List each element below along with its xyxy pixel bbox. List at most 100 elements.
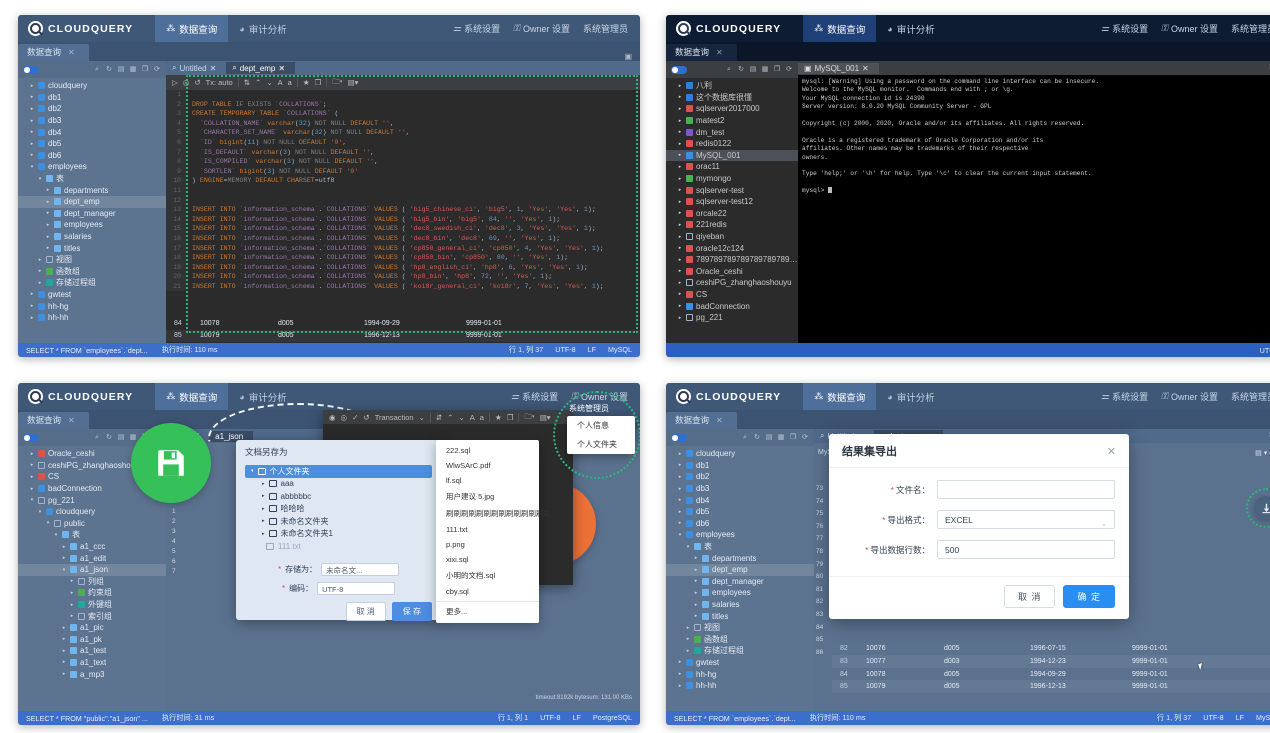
file-list-item[interactable]: cby.sql — [436, 584, 539, 599]
tree-node[interactable]: ▾ a1_json — [18, 563, 166, 576]
save-dialog-tree[interactable]: ▾ 个人文件夹 ▸ aaa ▸ abbbbbc ▸ 哈哈哈 ▸ 未命名文件夹 ▸ 未命名文件夹1 11… — [236, 461, 441, 557]
editor-tab-dept-emp[interactable]: ⌕dept_emp✕ — [226, 62, 296, 74]
chevron-right-icon[interactable]: ▸ — [677, 462, 683, 468]
list-icon[interactable]: ▤ — [117, 66, 125, 74]
tree-node[interactable]: ▸ sqlserver2017000 — [666, 103, 798, 115]
chevron-down-icon[interactable]: ▾ — [37, 509, 43, 515]
font-increase-icon[interactable]: A — [470, 413, 475, 422]
chevron-right-icon[interactable]: ▸ — [29, 83, 35, 89]
chevron-right-icon[interactable]: ▸ — [677, 315, 683, 321]
close-icon[interactable]: ✕ — [210, 64, 217, 73]
chevron-right-icon[interactable]: ▸ — [677, 199, 683, 205]
chevron-right-icon[interactable]: ▸ — [677, 291, 683, 297]
chevron-right-icon[interactable]: ▸ — [677, 164, 683, 170]
tree-node[interactable]: ▸ a_mp3 — [18, 668, 166, 680]
close-icon[interactable]: ✕ — [1107, 445, 1116, 458]
tree-node[interactable]: ▸ Oracle_ceshi — [666, 266, 798, 278]
editor-tab-untitled[interactable]: ⌕Untitled✕ — [166, 62, 226, 74]
chevron-right-icon[interactable]: ▸ — [677, 451, 683, 457]
close-icon[interactable]: ✕ — [862, 64, 869, 73]
chevron-right-icon[interactable]: ▸ — [29, 106, 35, 112]
chevron-right-icon[interactable]: ▸ — [677, 222, 683, 228]
chevron-right-icon[interactable]: ▸ — [685, 648, 691, 654]
tree-node[interactable]: ▸ ceshiPG_zhanghaoshouyu — [666, 277, 798, 289]
owner-settings-link[interactable]: ⚿ Owner 设置 — [1161, 22, 1218, 35]
chevron-right-icon[interactable]: ▸ — [677, 659, 683, 665]
tree-node[interactable]: ▸ employees — [18, 219, 166, 231]
tree-node[interactable]: ▸ 八利 — [666, 80, 798, 92]
tree-node[interactable]: ▸ 221redis — [666, 219, 798, 231]
chevron-right-icon[interactable]: ▸ — [29, 486, 35, 492]
list-icon[interactable]: ▤ — [749, 66, 757, 74]
theme-toggle[interactable] — [671, 433, 687, 442]
copy-icon[interactable]: ❐ — [141, 66, 149, 74]
transaction-select[interactable]: Transaction — [375, 413, 414, 422]
chevron-right-icon[interactable]: ▸ — [37, 257, 43, 263]
refresh-icon[interactable]: ↻ — [737, 66, 745, 74]
db-icon[interactable]: ▦ — [777, 434, 785, 442]
tree-node[interactable]: ▸ db2 — [666, 471, 814, 483]
chevron-down-icon[interactable]: ▾ — [61, 567, 67, 573]
tree-node[interactable]: ▸ a1_edit — [18, 552, 166, 564]
tree-node[interactable]: ▸ db4 — [18, 126, 166, 138]
chevron-right-icon[interactable]: ▸ — [685, 625, 691, 631]
rollback-icon[interactable]: ↺ — [363, 413, 369, 422]
close-icon[interactable]: ✕ — [68, 48, 75, 57]
chevron-right-icon[interactable]: ▸ — [677, 474, 683, 480]
chevron-right-icon[interactable]: ▸ — [677, 141, 683, 147]
table-row[interactable]: 84 10078 d005 1994-09-29 9999-01-01 — [832, 668, 1270, 681]
tree-node[interactable]: ▸ mymongo — [666, 173, 798, 185]
tree-node[interactable]: ▾ 表 — [18, 173, 166, 185]
chevron-right-icon[interactable]: ▸ — [693, 567, 699, 573]
chevron-right-icon[interactable]: ▸ — [693, 590, 699, 596]
tree-node[interactable]: ▸ dept_manager — [666, 576, 814, 588]
search-icon[interactable]: ⌕ — [93, 66, 101, 74]
sync-icon[interactable]: ⟳ — [801, 434, 809, 442]
tree-node[interactable]: ▸ 外键组 — [18, 599, 166, 611]
chevron-right-icon[interactable]: ▸ — [677, 257, 683, 263]
save-button[interactable]: 保 存 — [391, 601, 432, 621]
chevron-right-icon[interactable]: ▸ — [69, 578, 75, 584]
tree-node[interactable]: ▸ 函数组 — [18, 266, 166, 278]
run-icon[interactable]: ◉ — [329, 413, 336, 422]
format-icon[interactable]: ⇵ — [436, 413, 442, 422]
chevron-right-icon[interactable]: ▸ — [29, 141, 35, 147]
search-icon[interactable]: ⌕ — [725, 66, 733, 74]
tree-node[interactable]: ▸ db5 — [18, 138, 166, 150]
tree-node[interactable]: ▸ hh-hh — [666, 680, 814, 692]
system-settings-link[interactable]: ⚌ 系统设置 — [511, 390, 558, 403]
tree-node[interactable]: ▸ employees — [666, 587, 814, 599]
tree-node[interactable]: ▸ a1_ccc — [18, 541, 166, 553]
file-list-item[interactable]: WlwSArC.pdf — [436, 458, 539, 473]
tree-node[interactable]: ▸ salaries — [18, 231, 166, 243]
terminal-output[interactable]: mysql: [Warning] Using a password on the… — [798, 75, 1270, 343]
chevron-down-icon[interactable]: ▾ — [45, 520, 51, 526]
theme-toggle[interactable] — [23, 65, 39, 74]
chevron-right-icon[interactable]: ▸ — [677, 187, 683, 193]
doc-tab-data-query[interactable]: 数据查询 ✕ — [666, 44, 737, 61]
tree-node[interactable]: ▸ db5 — [666, 506, 814, 518]
chevron-right-icon[interactable]: ▸ — [45, 245, 51, 251]
owner-settings-link[interactable]: ⚿ Owner 设置 — [513, 22, 570, 35]
chevron-right-icon[interactable]: ▸ — [69, 590, 75, 596]
tree-node[interactable]: ▸ 视图 — [18, 254, 166, 266]
chevron-right-icon[interactable]: ▸ — [677, 106, 683, 112]
chevron-right-icon[interactable]: ▸ — [693, 555, 699, 561]
cancel-button[interactable]: 取 消 — [345, 601, 386, 621]
chevron-right-icon[interactable]: ▸ — [693, 578, 699, 584]
tree-node[interactable]: ▸ pg_221 — [666, 312, 798, 324]
font-decrease-icon[interactable]: a — [480, 413, 484, 422]
theme-toggle[interactable] — [671, 65, 687, 74]
tree-node[interactable]: ▸ 存储过程组 — [18, 277, 166, 289]
chevron-down-icon[interactable]: ▾ — [685, 544, 691, 550]
tree-node[interactable]: ▸ db6 — [666, 518, 814, 530]
tree-node[interactable]: ▸ db6 — [18, 150, 166, 162]
tree-node[interactable]: ▸ cloudquery — [18, 80, 166, 92]
tree-node[interactable]: ▸ oracle12c124 — [666, 242, 798, 254]
close-icon[interactable]: ✕ — [68, 416, 75, 425]
tree-node[interactable]: ▸ a1_pk — [18, 634, 166, 646]
chevron-right-icon[interactable]: ▸ — [677, 671, 683, 677]
tree-node[interactable]: ▸ 索引组 — [18, 610, 166, 622]
nav-data-query[interactable]: ⁂ 数据查询 — [803, 383, 877, 410]
tree-node[interactable]: ▸ a1_pic — [18, 622, 166, 634]
